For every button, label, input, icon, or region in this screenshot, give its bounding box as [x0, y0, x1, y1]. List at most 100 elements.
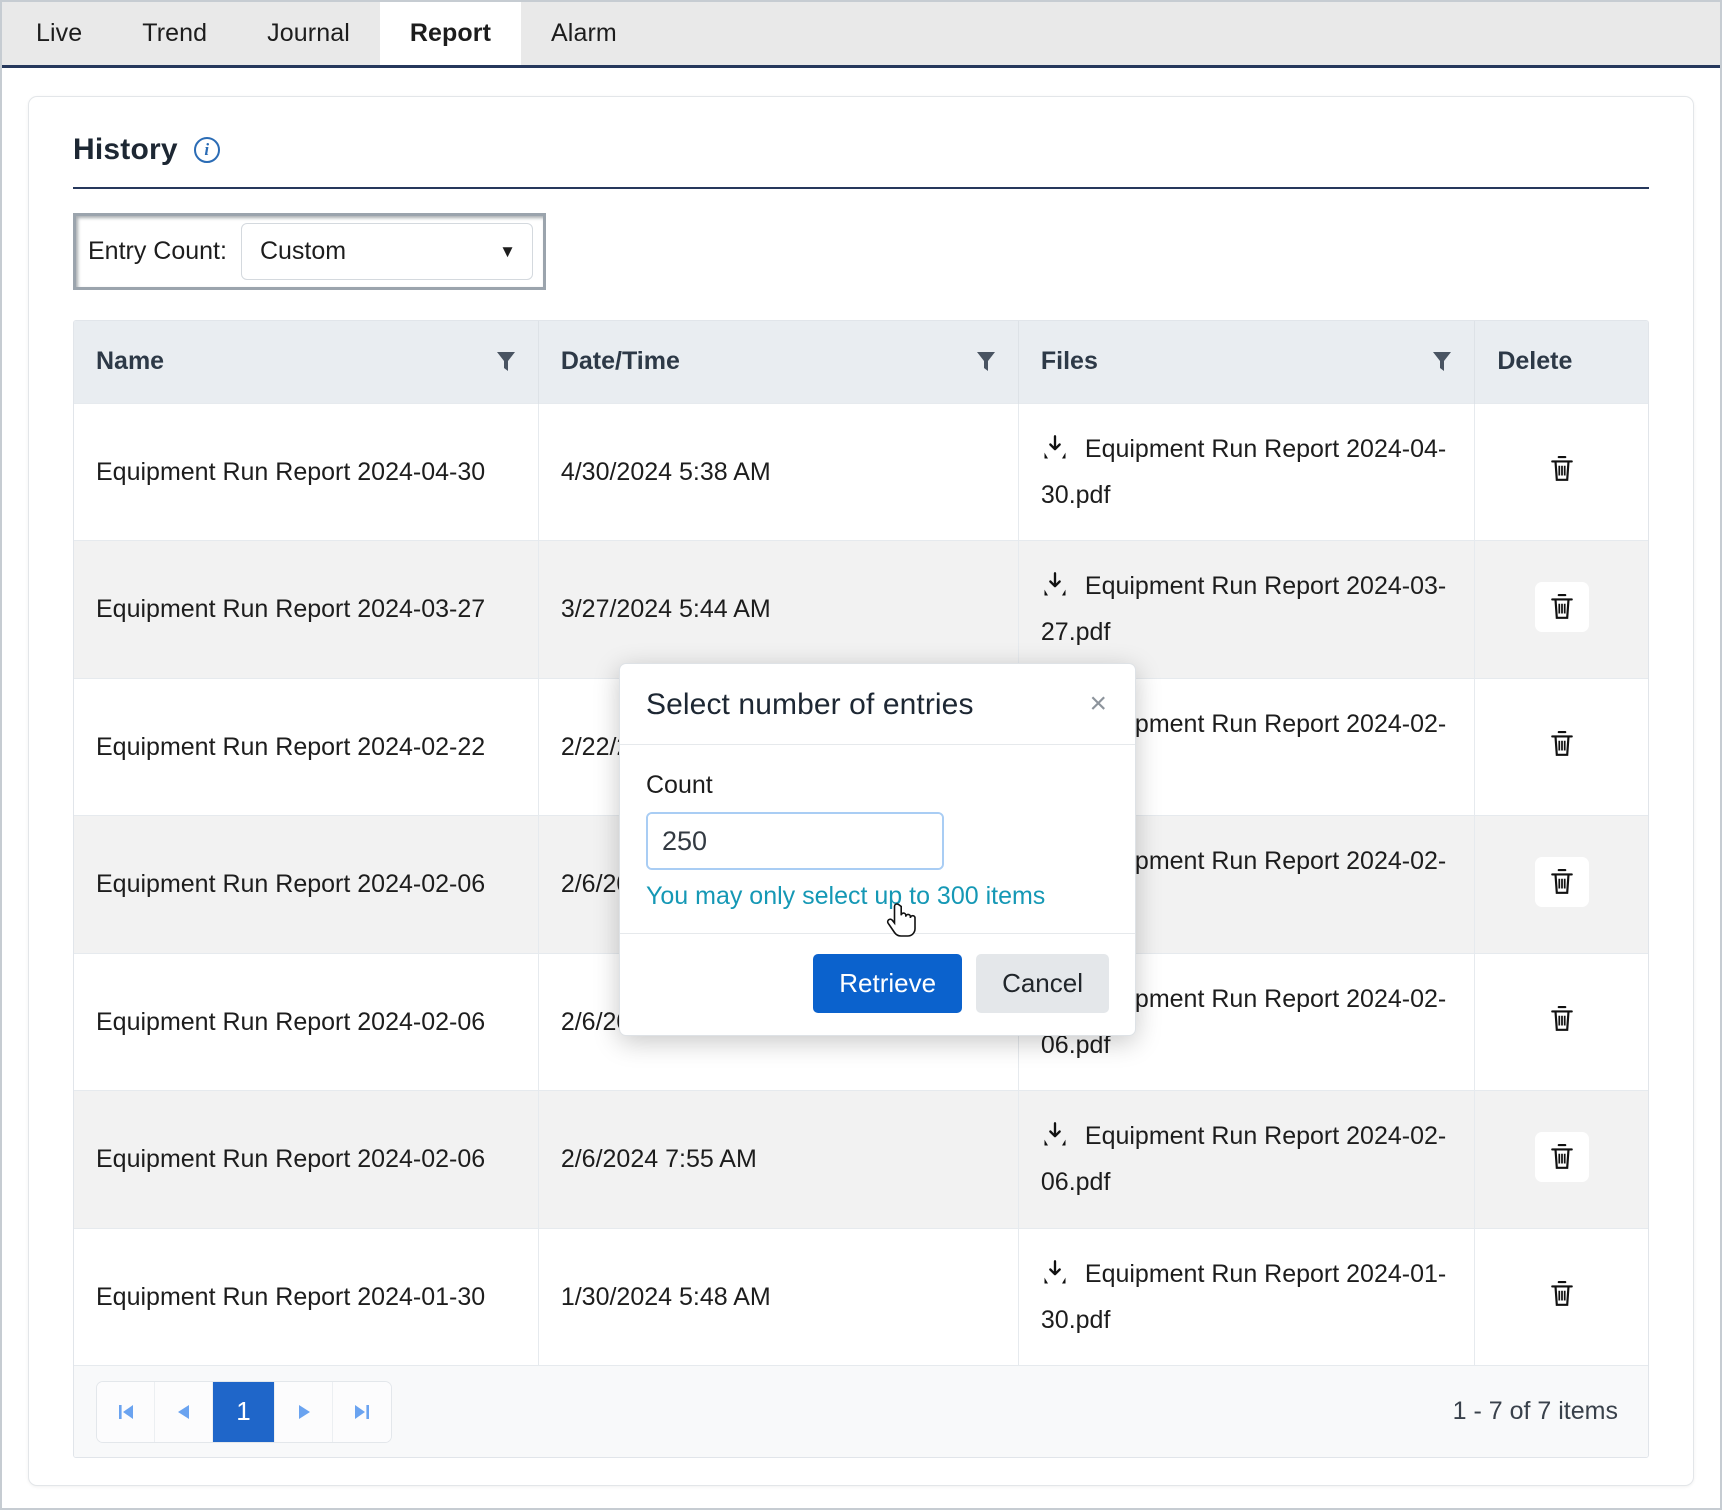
cell-datetime: 3/27/2024 5:44 AM: [538, 541, 1018, 679]
cell-name: Equipment Run Report 2024-01-30: [74, 1228, 538, 1365]
select-entries-dialog: Select number of entries × Count ▲ ▼ You…: [619, 663, 1136, 1036]
file-link[interactable]: Equipment Run Report 2024-03-27.pdf: [1041, 572, 1446, 646]
chevron-down-icon: ▼: [499, 243, 516, 260]
entry-count-select[interactable]: Custom ▼: [241, 223, 533, 280]
column-header-datetime: Date/Time: [538, 321, 1018, 403]
filter-icon[interactable]: [1432, 351, 1452, 373]
cell-files: Equipment Run Report 2024-02-06.pdf: [1018, 1091, 1474, 1229]
trash-icon: [1549, 729, 1575, 759]
column-header-name: Name: [74, 321, 538, 403]
cell-delete: [1475, 1228, 1648, 1365]
cancel-button[interactable]: Cancel: [976, 954, 1109, 1013]
app-window: Live Trend Journal Report Alarm History …: [0, 0, 1722, 1510]
tab-journal-label: Journal: [267, 19, 350, 48]
cell-datetime: 2/6/2024 7:55 AM: [538, 1091, 1018, 1229]
tab-bar: Live Trend Journal Report Alarm: [2, 2, 1720, 68]
column-header-delete-label: Delete: [1497, 347, 1572, 375]
tab-journal[interactable]: Journal: [237, 2, 380, 65]
dialog-footer: Retrieve Cancel: [620, 933, 1135, 1035]
cell-name: Equipment Run Report 2024-02-06: [74, 953, 538, 1091]
trash-icon: [1549, 1004, 1575, 1034]
cell-delete: [1475, 541, 1648, 679]
pagination-bar: 1 1 - 7 of 7 items: [74, 1365, 1648, 1457]
info-circle-icon[interactable]: i: [194, 137, 220, 163]
page-title: History: [73, 133, 178, 167]
pagination-info: 1 - 7 of 7 items: [1453, 1397, 1626, 1426]
table-row: Equipment Run Report 2024-01-30 1/30/202…: [74, 1228, 1648, 1365]
page-number-label: 1: [236, 1396, 250, 1427]
entry-count-highlight: Entry Count: Custom ▼: [73, 213, 546, 290]
tab-live[interactable]: Live: [6, 2, 112, 65]
cell-datetime: 4/30/2024 5:38 AM: [538, 403, 1018, 541]
filter-icon[interactable]: [976, 351, 996, 373]
last-page-icon: [351, 1401, 373, 1423]
cell-delete: [1475, 403, 1648, 541]
tab-live-label: Live: [36, 19, 82, 48]
cell-delete: [1475, 1091, 1648, 1229]
delete-button[interactable]: [1535, 857, 1589, 907]
delete-button[interactable]: [1535, 1269, 1589, 1319]
table-row: Equipment Run Report 2024-02-06 2/6/2024…: [74, 1091, 1648, 1229]
entry-count-label: Entry Count:: [88, 237, 227, 266]
filter-icon[interactable]: [496, 351, 516, 373]
column-header-name-label: Name: [96, 347, 164, 376]
count-input[interactable]: [648, 814, 944, 868]
pagination-buttons: 1: [96, 1381, 392, 1443]
file-link[interactable]: Equipment Run Report 2024-02-06.pdf: [1041, 1122, 1446, 1196]
download-icon[interactable]: [1041, 571, 1069, 599]
first-page-icon: [115, 1401, 137, 1423]
cell-files: Equipment Run Report 2024-04-30.pdf: [1018, 403, 1474, 541]
page-number-button[interactable]: 1: [213, 1382, 275, 1442]
download-icon[interactable]: [1041, 1259, 1069, 1287]
cell-files: Equipment Run Report 2024-03-27.pdf: [1018, 541, 1474, 679]
cell-name: Equipment Run Report 2024-04-30: [74, 403, 538, 541]
download-icon[interactable]: [1041, 1121, 1069, 1149]
column-header-files: Files: [1018, 321, 1474, 403]
prev-page-icon: [173, 1401, 195, 1423]
column-header-files-label: Files: [1041, 347, 1098, 376]
toolbar: Entry Count: Custom ▼: [55, 189, 1667, 290]
cell-name: Equipment Run Report 2024-02-22: [74, 678, 538, 816]
tab-report-label: Report: [410, 19, 491, 48]
delete-button[interactable]: [1535, 444, 1589, 494]
count-hint-text: You may only select up to 300 items: [646, 882, 1109, 911]
tab-report[interactable]: Report: [380, 2, 521, 65]
trash-icon: [1549, 592, 1575, 622]
cell-delete: [1475, 953, 1648, 1091]
last-page-button[interactable]: [333, 1382, 391, 1442]
trash-icon: [1549, 454, 1575, 484]
next-page-icon: [293, 1401, 315, 1423]
trash-icon: [1549, 867, 1575, 897]
cell-name: Equipment Run Report 2024-02-06: [74, 1091, 538, 1229]
retrieve-button[interactable]: Retrieve: [813, 954, 962, 1013]
download-icon[interactable]: [1041, 434, 1069, 462]
next-page-button[interactable]: [275, 1382, 333, 1442]
cell-datetime: 1/30/2024 5:48 AM: [538, 1228, 1018, 1365]
delete-button[interactable]: [1535, 719, 1589, 769]
file-link[interactable]: Equipment Run Report 2024-04-30.pdf: [1041, 435, 1446, 509]
card-header: History i: [55, 123, 1667, 187]
delete-button[interactable]: [1535, 994, 1589, 1044]
close-icon[interactable]: ×: [1071, 688, 1109, 716]
tab-trend-label: Trend: [142, 19, 207, 48]
table-row: Equipment Run Report 2024-03-27 3/27/202…: [74, 541, 1648, 679]
trash-icon: [1549, 1279, 1575, 1309]
file-link[interactable]: Equipment Run Report 2024-01-30.pdf: [1041, 1260, 1446, 1334]
entry-count-row: Entry Count: Custom ▼: [88, 223, 533, 280]
cell-delete: [1475, 678, 1648, 816]
tab-alarm[interactable]: Alarm: [521, 2, 647, 65]
count-stepper: ▲ ▼: [646, 812, 944, 870]
prev-page-button[interactable]: [155, 1382, 213, 1442]
table-header-row: Name Date/Time: [74, 321, 1648, 403]
dialog-header: Select number of entries ×: [620, 664, 1135, 745]
tab-alarm-label: Alarm: [551, 19, 617, 48]
first-page-button[interactable]: [97, 1382, 155, 1442]
delete-button[interactable]: [1535, 582, 1589, 632]
dialog-title: Select number of entries: [646, 688, 974, 722]
delete-button[interactable]: [1535, 1132, 1589, 1182]
tab-trend[interactable]: Trend: [112, 2, 237, 65]
column-header-delete: Delete: [1475, 321, 1648, 403]
cell-name: Equipment Run Report 2024-03-27: [74, 541, 538, 679]
table-row: Equipment Run Report 2024-04-30 4/30/202…: [74, 403, 1648, 541]
column-header-datetime-label: Date/Time: [561, 347, 680, 376]
